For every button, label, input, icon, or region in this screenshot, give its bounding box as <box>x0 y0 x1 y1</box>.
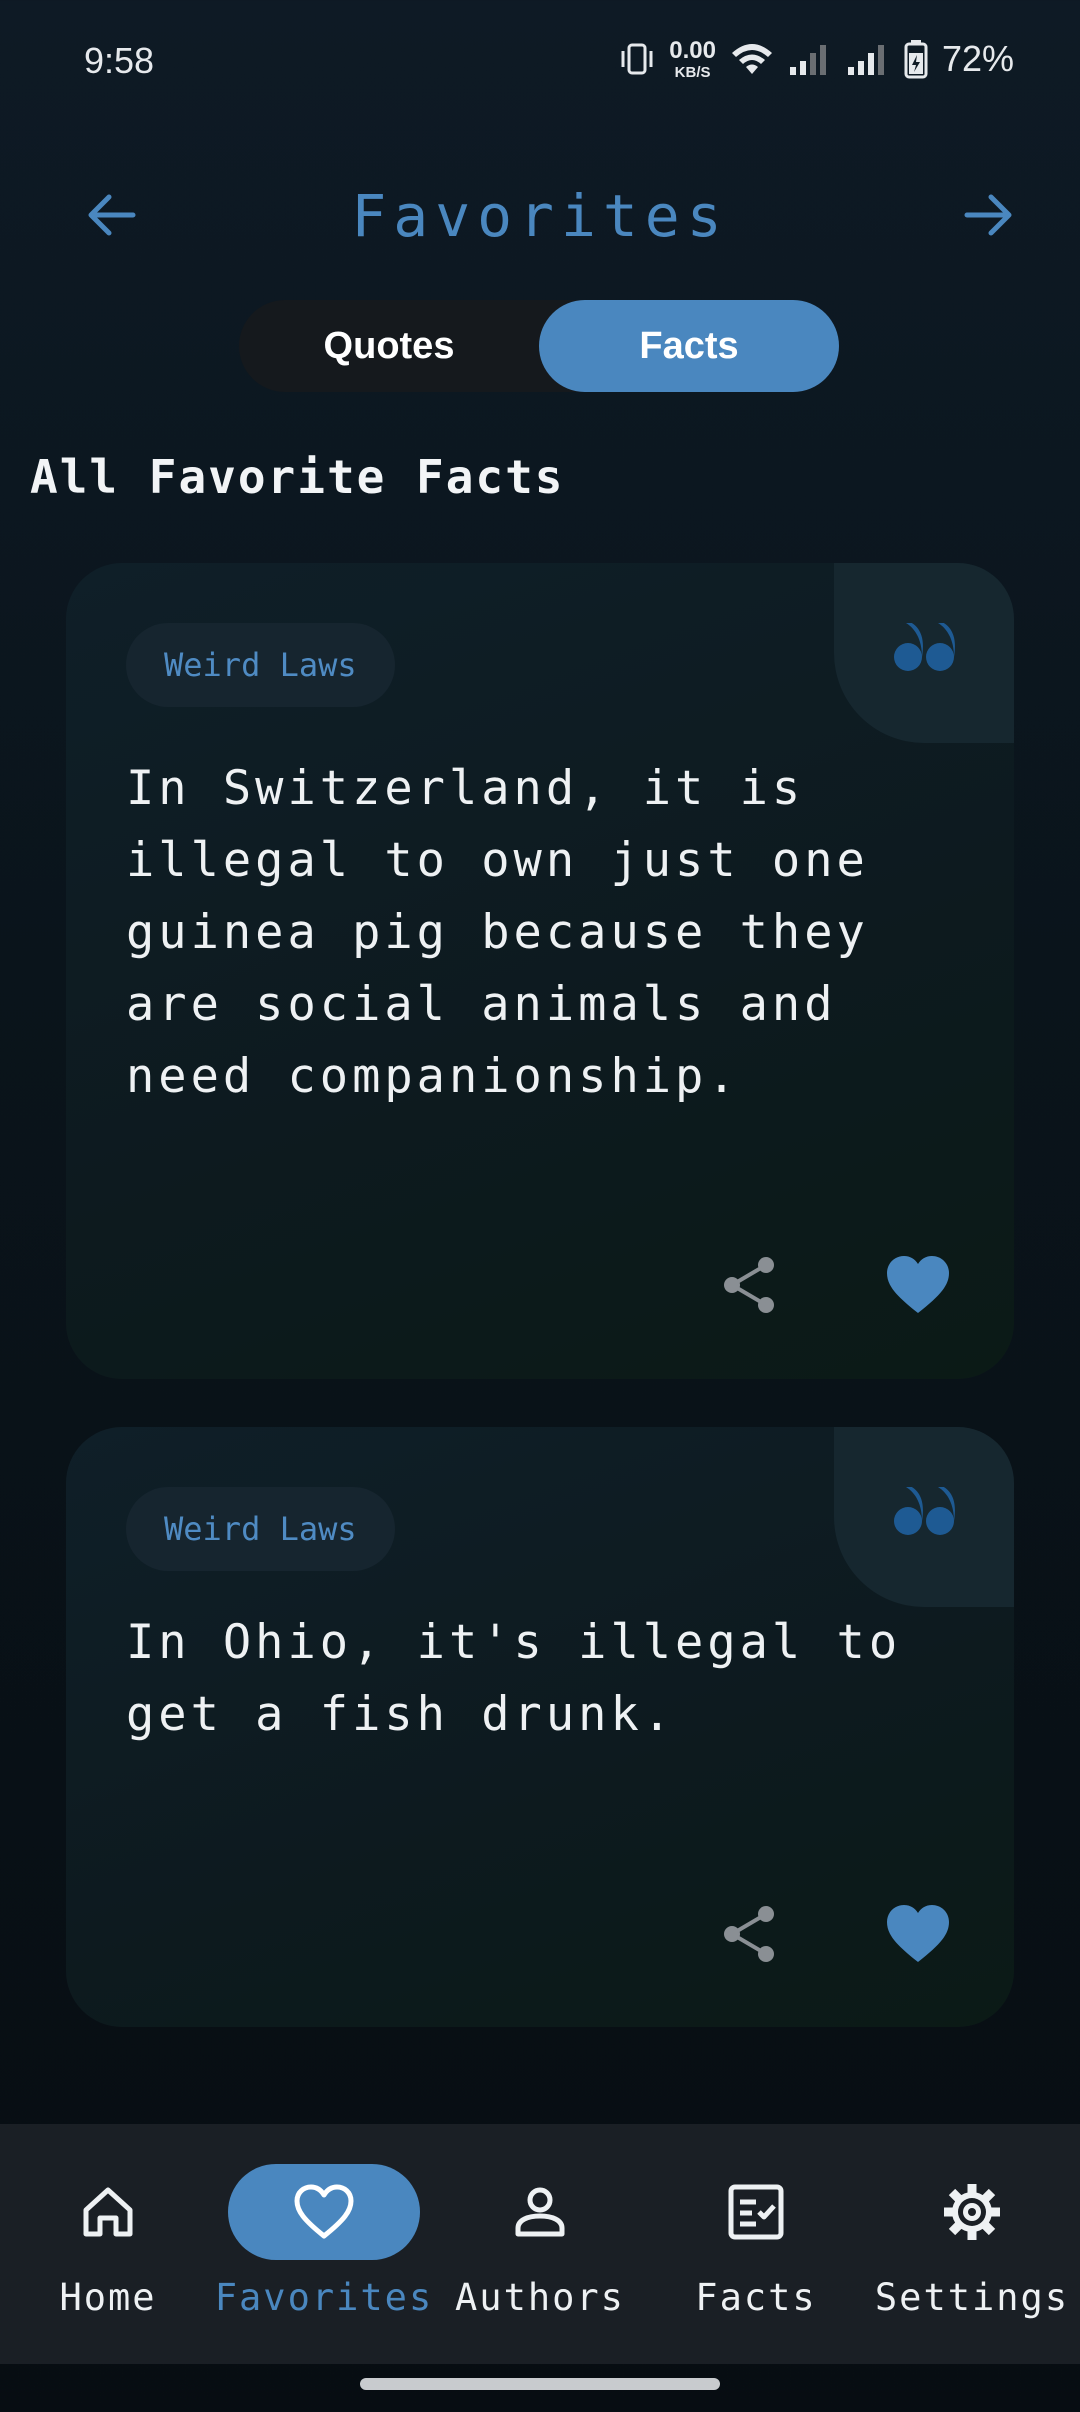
heart-icon <box>294 2184 354 2239</box>
section-title: All Favorite Facts <box>30 450 565 504</box>
nav-item-settings[interactable]: Settings <box>864 2124 1080 2364</box>
home-icon <box>83 2187 133 2237</box>
net-speed: 0.00 KB/S <box>669 36 716 81</box>
quote-corner <box>834 563 1014 743</box>
battery-charging-icon <box>904 40 928 79</box>
tab-facts[interactable]: Facts <box>539 300 839 392</box>
bottom-nav: Home Favorites Authors Facts Settings <box>0 2124 1080 2364</box>
quote-icon <box>894 623 955 671</box>
share-icon <box>724 1257 774 1313</box>
net-speed-unit: KB/S <box>674 63 711 81</box>
person-icon <box>515 2187 565 2237</box>
fact-card: Weird Laws In Ohio, it's illegal to get … <box>66 1427 1014 2027</box>
heart-filled-icon <box>887 1905 949 1962</box>
forward-button[interactable] <box>954 180 1024 250</box>
gesture-bar[interactable] <box>360 2378 720 2390</box>
nav-label: Settings <box>874 2276 1070 2319</box>
checklist-icon <box>728 2184 784 2240</box>
fact-text: In Ohio, it's illegal to get a fish drun… <box>126 1615 902 1742</box>
status-time: 9:58 <box>84 40 155 81</box>
nav-item-home[interactable]: Home <box>0 2124 216 2364</box>
segmented-control: Quotes Facts <box>239 300 839 392</box>
quote-corner <box>834 1427 1014 1607</box>
nav-item-favorites[interactable]: Favorites <box>215 2124 432 2364</box>
favorite-button[interactable] <box>878 1245 958 1325</box>
signal-icon <box>847 45 884 75</box>
header: Favorites <box>0 170 1080 260</box>
status-icons: 0.00 KB/S 72% <box>619 38 1014 80</box>
page-title: Favorites <box>351 182 729 250</box>
quote-icon <box>894 1487 955 1535</box>
arrow-right-icon <box>964 194 1012 236</box>
heart-filled-icon <box>887 1256 949 1313</box>
fact-text: In Switzerland, it is illegal to own jus… <box>126 761 869 1104</box>
category-tag: Weird Laws <box>126 1487 395 1571</box>
share-button[interactable] <box>710 1245 790 1325</box>
tab-quotes[interactable]: Quotes <box>239 300 539 392</box>
battery-percent: 72% <box>941 38 1014 79</box>
nav-icon-container <box>660 2164 852 2260</box>
share-button[interactable] <box>710 1894 790 1974</box>
nav-icon-container <box>12 2164 204 2260</box>
vibrate-icon <box>621 43 653 75</box>
nav-icon-container <box>228 2164 420 2260</box>
fact-card: Weird Laws In Switzerland, it is illegal… <box>66 563 1014 1379</box>
favorite-button[interactable] <box>878 1894 958 1974</box>
category-tag: Weird Laws <box>126 623 395 707</box>
signal-icon <box>789 45 826 75</box>
nav-item-authors[interactable]: Authors <box>432 2124 648 2364</box>
gear-icon <box>944 2184 1000 2240</box>
nav-icon-container <box>444 2164 636 2260</box>
status-bar: 9:58 0.00 KB/S 72% <box>0 0 1080 124</box>
wifi-icon <box>731 44 772 74</box>
nav-item-facts[interactable]: Facts <box>648 2124 864 2364</box>
net-speed-value: 0.00 <box>669 36 716 64</box>
share-icon <box>724 1906 774 1962</box>
nav-icon-container <box>876 2164 1068 2260</box>
